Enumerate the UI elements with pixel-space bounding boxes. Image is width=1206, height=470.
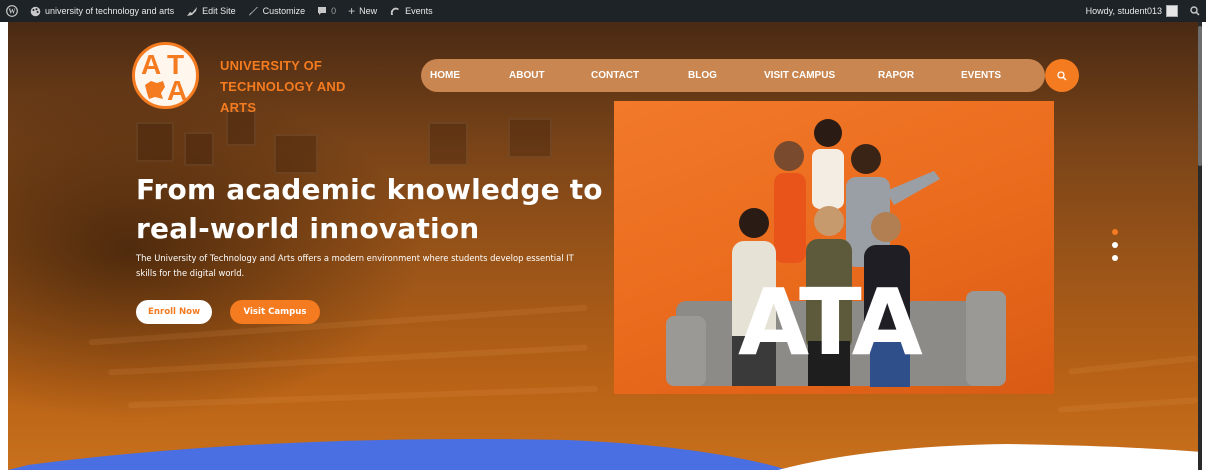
search-icon <box>1057 66 1067 85</box>
wordpress-menu[interactable]: W <box>0 0 24 22</box>
bottom-wave-shape <box>8 439 1202 470</box>
nav-item-rapor[interactable]: RAPOR <box>878 59 914 92</box>
palette-icon <box>30 6 41 17</box>
hero-description-line1: The University of Technology and Arts of… <box>136 253 574 263</box>
nav-item-contact[interactable]: CONTACT <box>591 59 639 92</box>
customize-link[interactable]: Customize <box>242 0 312 22</box>
site-title-line2: ARTS <box>220 100 257 115</box>
background-desk <box>1057 397 1199 413</box>
comments-count: 0 <box>331 6 337 16</box>
search-icon <box>1190 6 1200 16</box>
nav-item-home[interactable]: HOME <box>430 59 460 92</box>
background-frame <box>136 122 174 162</box>
enroll-now-button[interactable]: Enroll Now <box>136 300 212 324</box>
hero-description: The University of Technology and Arts of… <box>136 251 606 281</box>
main-navigation: HOME ABOUT CONTACT BLOG VISIT CAMPUS RAP… <box>421 59 1045 92</box>
visit-campus-button[interactable]: Visit Campus <box>230 300 320 324</box>
page-scrollbar-thumb[interactable] <box>1198 26 1202 166</box>
comment-icon <box>317 6 327 16</box>
background-frame <box>428 122 468 166</box>
howdy-label: Howdy, student013 <box>1085 6 1162 16</box>
site-logo[interactable]: A T A <box>132 42 199 109</box>
events-link[interactable]: Events <box>383 0 439 22</box>
site-name-link[interactable]: university of technology and arts <box>24 0 180 22</box>
logo-letter-a: A <box>141 49 162 80</box>
events-label: Events <box>405 6 433 16</box>
slider-dot-2[interactable] <box>1112 242 1118 248</box>
edit-site-link[interactable]: Edit Site <box>180 0 242 22</box>
user-account-menu[interactable]: Howdy, student013 <box>1080 0 1184 22</box>
hero-headline-line1: From academic knowledge to <box>136 173 603 206</box>
background-desk <box>108 344 588 376</box>
slider-dot-1[interactable] <box>1112 229 1118 235</box>
customize-label: Customize <box>262 6 306 16</box>
avatar <box>1166 5 1178 17</box>
header-search-button[interactable] <box>1045 59 1079 92</box>
site-name-label: university of technology and arts <box>45 6 175 16</box>
background-desk <box>128 385 598 409</box>
nav-item-visit-campus[interactable]: VISIT CAMPUS <box>764 59 835 92</box>
plus-icon: + <box>348 4 356 18</box>
edit-site-icon <box>186 6 198 17</box>
logo-letter-a-second: A <box>167 75 188 106</box>
hero-headline-line2: real-world innovation <box>136 212 480 245</box>
background-frame <box>274 134 318 174</box>
brush-icon <box>248 6 259 17</box>
site-title-line1: UNIVERSITY OF TECHNOLOGY AND <box>220 58 346 94</box>
events-icon <box>389 6 401 17</box>
admin-search-button[interactable] <box>1184 0 1206 22</box>
nav-item-blog[interactable]: BLOG <box>688 59 717 92</box>
background-frame <box>508 118 552 158</box>
admin-bar: W university of technology and arts Edit… <box>0 0 1206 22</box>
hero-section: A T A UNIVERSITY OF TECHNOLOGY AND ARTS … <box>8 22 1202 470</box>
wordpress-icon: W <box>6 5 18 17</box>
background-desk <box>1068 355 1198 375</box>
hero-photo: ATA <box>614 101 1054 394</box>
site-title[interactable]: UNIVERSITY OF TECHNOLOGY AND ARTS <box>220 55 410 118</box>
new-label: New <box>359 6 378 16</box>
hero-headline: From academic knowledge to real-world in… <box>136 170 606 248</box>
slider-dot-3[interactable] <box>1112 255 1118 261</box>
nav-item-events[interactable]: EVENTS <box>961 59 1001 92</box>
hero-description-line2: skills for the digital world. <box>136 268 245 278</box>
nav-item-about[interactable]: ABOUT <box>509 59 545 92</box>
new-content-link[interactable]: + New <box>342 0 383 22</box>
svg-text:W: W <box>9 8 16 16</box>
comments-link[interactable]: 0 <box>311 0 342 22</box>
logo-map-icon <box>145 81 165 99</box>
photo-overlay-text: ATA <box>738 269 923 376</box>
background-frame <box>184 132 214 166</box>
edit-site-label: Edit Site <box>202 6 236 16</box>
